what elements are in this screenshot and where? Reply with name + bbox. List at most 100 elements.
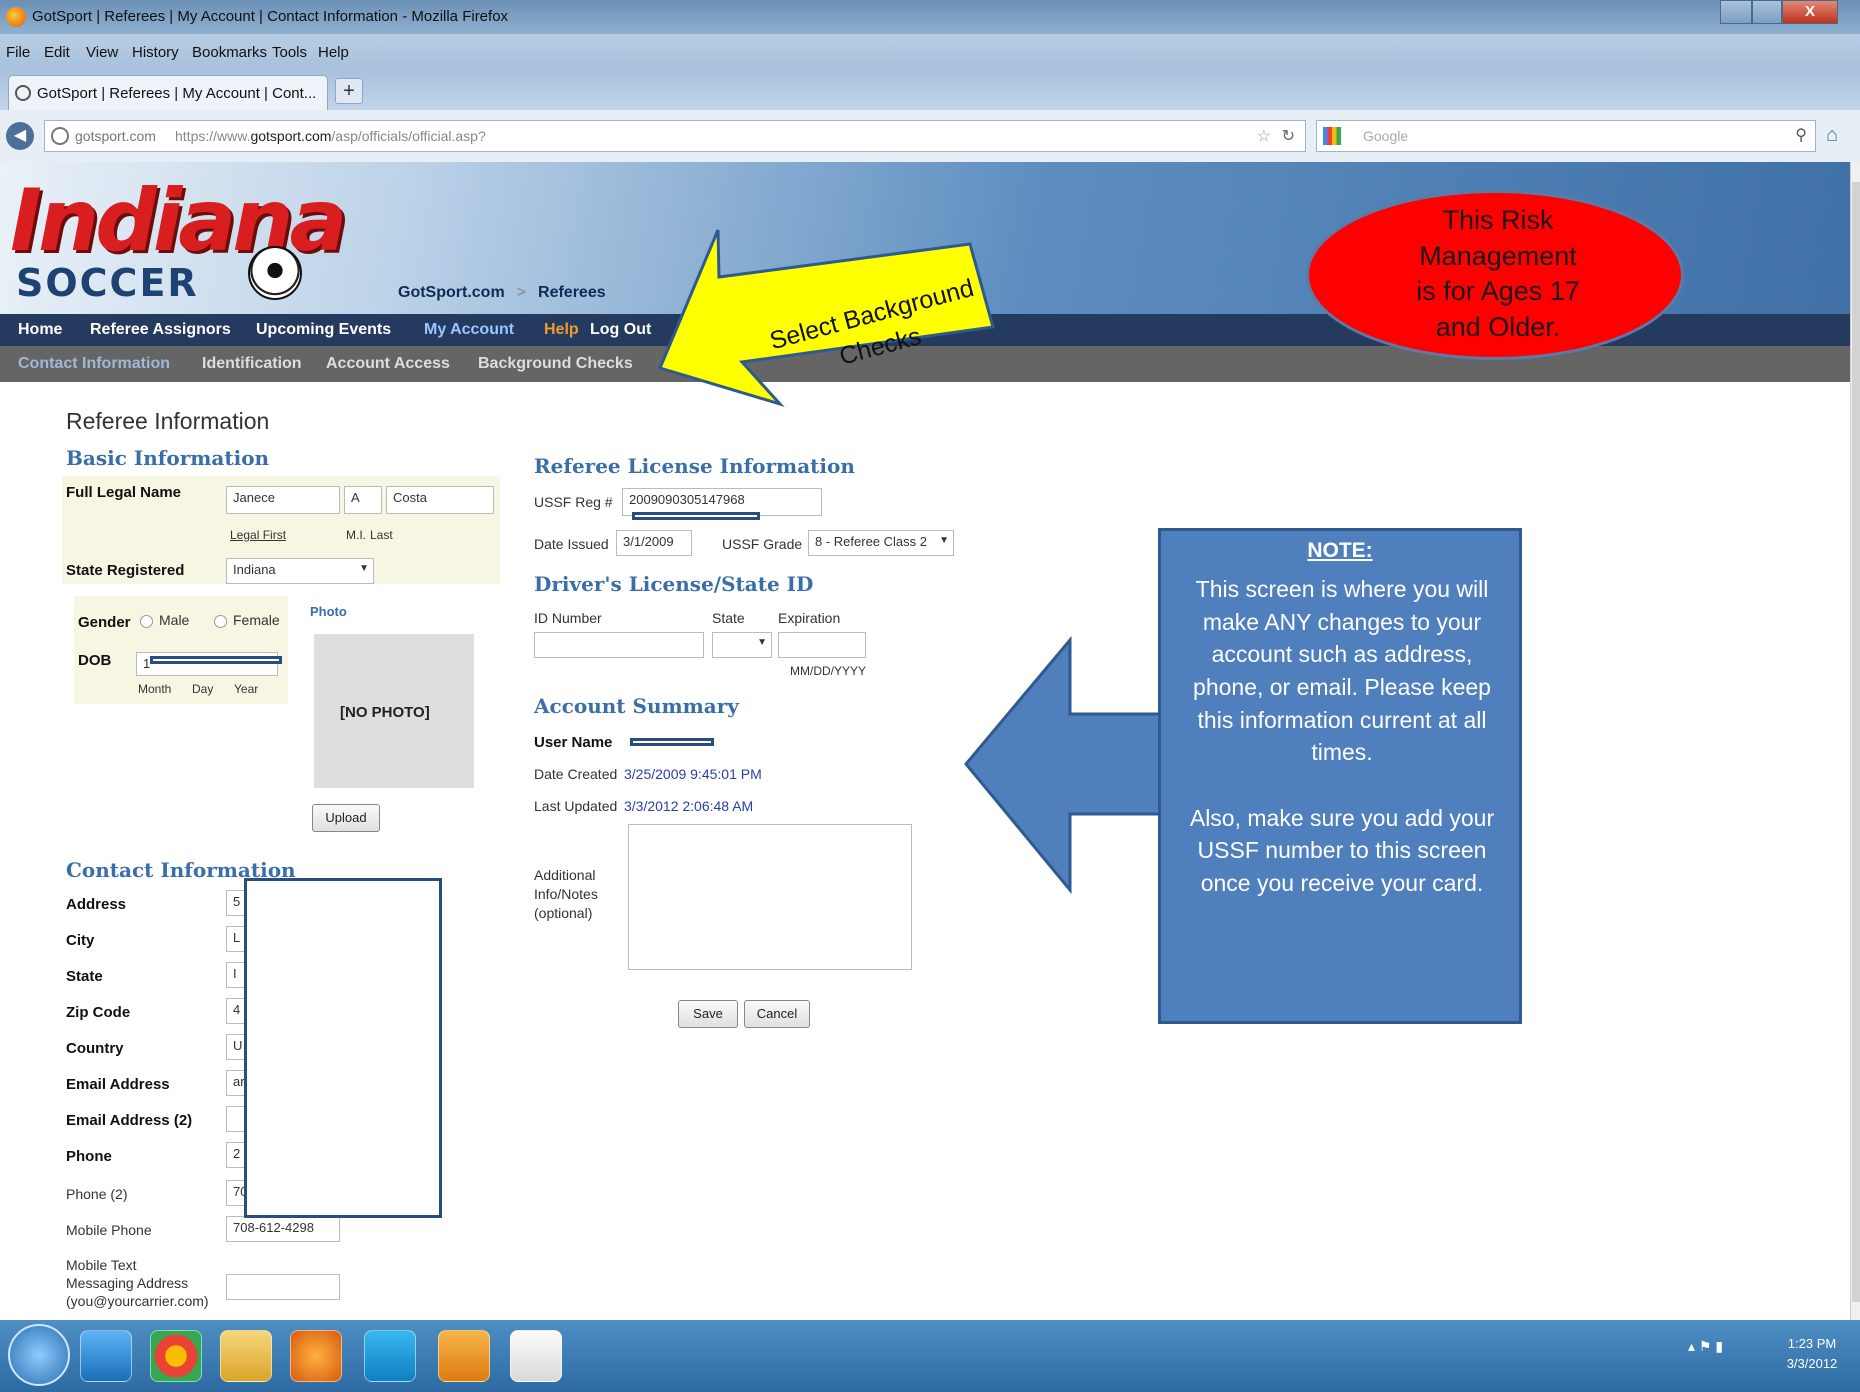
gender-female-option[interactable]: Female [214, 612, 280, 628]
soccer-ball-icon [248, 246, 302, 300]
month-caption: Month [138, 682, 172, 696]
subnav-background-checks[interactable]: Background Checks [478, 355, 633, 373]
notes-textarea[interactable] [628, 824, 912, 970]
state-registered-label: State Registered [66, 562, 185, 579]
system-tray-icons[interactable]: ▴ ⚑ ▮ [1688, 1338, 1723, 1355]
breadcrumb: GotSport.com > Referees [398, 284, 606, 302]
reload-icon[interactable]: ↻ [1282, 126, 1295, 146]
ussf-grade-select[interactable]: 8 - Referee Class 2 ▼ [808, 530, 954, 556]
back-arrow-icon[interactable]: ◀ [6, 122, 34, 150]
mobile-phone-field[interactable]: 708-612-4298 [226, 1216, 340, 1242]
state-registered-value: Indiana [233, 562, 276, 577]
menu-file[interactable]: File [6, 44, 30, 61]
nav-referee-assignors[interactable]: Referee Assignors [90, 321, 231, 339]
gender-male-option[interactable]: Male [140, 612, 189, 628]
logo-indiana[interactable]: Indiana [10, 178, 348, 264]
minimize-button[interactable] [1720, 0, 1752, 24]
ussf-reg-label: USSF Reg # [534, 494, 613, 510]
windows-start-icon[interactable] [8, 1324, 70, 1386]
menu-edit[interactable]: Edit [44, 44, 70, 61]
first-name-field[interactable]: Janece [226, 486, 340, 514]
cancel-button[interactable]: Cancel [744, 1000, 810, 1028]
google-icon [1323, 127, 1341, 145]
subnav-identification[interactable]: Identification [202, 355, 302, 373]
search-box[interactable]: Google ⚲ [1316, 120, 1816, 152]
nav-log-out[interactable]: Log Out [590, 321, 651, 339]
nav-upcoming-events[interactable]: Upcoming Events [256, 321, 391, 339]
menu-bar: File Edit View History Bookmarks Tools H… [0, 34, 1860, 70]
home-icon[interactable]: ⌂ [1826, 124, 1838, 147]
state-registered-select[interactable]: Indiana ▼ [226, 558, 374, 584]
tab-bar: GotSport | Referees | My Account | Cont.… [0, 70, 1860, 110]
new-tab-button[interactable]: + [335, 78, 363, 104]
notes-label: Additional Info/Notes (optional) [534, 867, 598, 921]
clock[interactable]: 1:23 PM 3/3/2012 [1772, 1334, 1852, 1373]
no-photo-text: [NO PHOTO] [340, 704, 430, 721]
scrollbar-thumb[interactable] [1852, 182, 1860, 1302]
url-site-identity: gotsport.com [75, 128, 156, 144]
country-label: Country [66, 1040, 124, 1057]
menu-view[interactable]: View [86, 44, 118, 61]
menu-help[interactable]: Help [318, 44, 349, 61]
address-label: Address [66, 896, 127, 913]
breadcrumb-gotsport[interactable]: GotSport.com [398, 284, 505, 301]
folder-icon[interactable] [220, 1330, 272, 1382]
breadcrumb-referees[interactable]: Referees [538, 284, 606, 301]
city-label: City [66, 932, 95, 949]
last-name-field[interactable]: Costa [386, 486, 494, 514]
date-created-label: Date Created [534, 766, 618, 782]
firefox-icon [6, 7, 26, 27]
breadcrumb-separator: > [516, 284, 527, 301]
nav-my-account[interactable]: My Account [424, 321, 514, 339]
phone2-label: Phone (2) [66, 1186, 128, 1202]
mobile-text-field[interactable] [226, 1274, 340, 1300]
search-icon[interactable]: ⚲ [1795, 125, 1807, 145]
page-icon [15, 85, 31, 101]
male-radio[interactable] [140, 614, 153, 628]
menu-bookmarks[interactable]: Bookmarks [192, 44, 267, 61]
navigation-bar: ◀ gotsport.com https://www.gotsport.com/… [0, 110, 1860, 162]
risk-management-oval: This Risk Management is for Ages 17 and … [1306, 190, 1684, 360]
female-radio[interactable] [214, 614, 227, 628]
gender-label: Gender [78, 614, 131, 631]
phone-label: Phone [66, 1148, 112, 1165]
url-bar[interactable]: gotsport.com https://www.gotsport.com/as… [44, 120, 1306, 152]
tab-gotsport[interactable]: GotSport | Referees | My Account | Cont.… [8, 75, 328, 110]
url-text: https://www.gotsport.com/asp/officials/o… [175, 128, 486, 144]
firefox-icon[interactable] [290, 1330, 342, 1382]
chevron-down-icon: ▼ [359, 563, 369, 574]
subnav-contact-information[interactable]: Contact Information [18, 355, 170, 373]
maximize-button[interactable] [1752, 0, 1782, 24]
bookmark-star-icon[interactable]: ☆ [1257, 126, 1271, 146]
close-button[interactable]: X [1782, 0, 1838, 24]
zip-code-label: Zip Code [66, 1004, 131, 1021]
dob-label: DOB [78, 652, 112, 669]
risk-management-text: This Risk Management is for Ages 17 and … [1416, 205, 1580, 342]
id-number-field[interactable] [534, 632, 704, 658]
upload-button[interactable]: Upload [312, 804, 380, 832]
expiration-field[interactable] [778, 632, 866, 658]
menu-history[interactable]: History [132, 44, 179, 61]
last-name-caption: Last [370, 528, 393, 542]
middle-initial-field[interactable]: A [344, 486, 382, 514]
window-titlebar: GotSport | Referees | My Account | Conta… [0, 0, 1860, 34]
subnav-account-access[interactable]: Account Access [326, 355, 450, 373]
chevron-down-icon: ▼ [939, 535, 949, 546]
menu-tools[interactable]: Tools [272, 44, 307, 61]
page-scrollbar[interactable] [1850, 162, 1860, 1320]
user-name-label: User Name [534, 734, 613, 751]
save-button[interactable]: Save [678, 1000, 738, 1028]
powerpoint-icon[interactable] [510, 1330, 562, 1382]
chrome-icon[interactable] [150, 1330, 202, 1382]
note-callout: NOTE: This screen is where you will make… [1158, 528, 1522, 1024]
nav-help[interactable]: Help [544, 321, 579, 339]
url-domain: gotsport.com [250, 128, 332, 144]
dl-state-select[interactable]: ▼ [712, 632, 772, 658]
outlook-icon[interactable] [438, 1330, 490, 1382]
nav-home[interactable]: Home [18, 321, 62, 339]
taskbar: ▴ ⚑ ▮ 1:23 PM 3/3/2012 [0, 1320, 1860, 1392]
date-issued-field[interactable]: 3/1/2009 [616, 530, 692, 556]
internet-explorer-icon[interactable] [80, 1330, 132, 1382]
first-name-caption: Legal First [230, 528, 287, 542]
skype-icon[interactable] [364, 1330, 416, 1382]
